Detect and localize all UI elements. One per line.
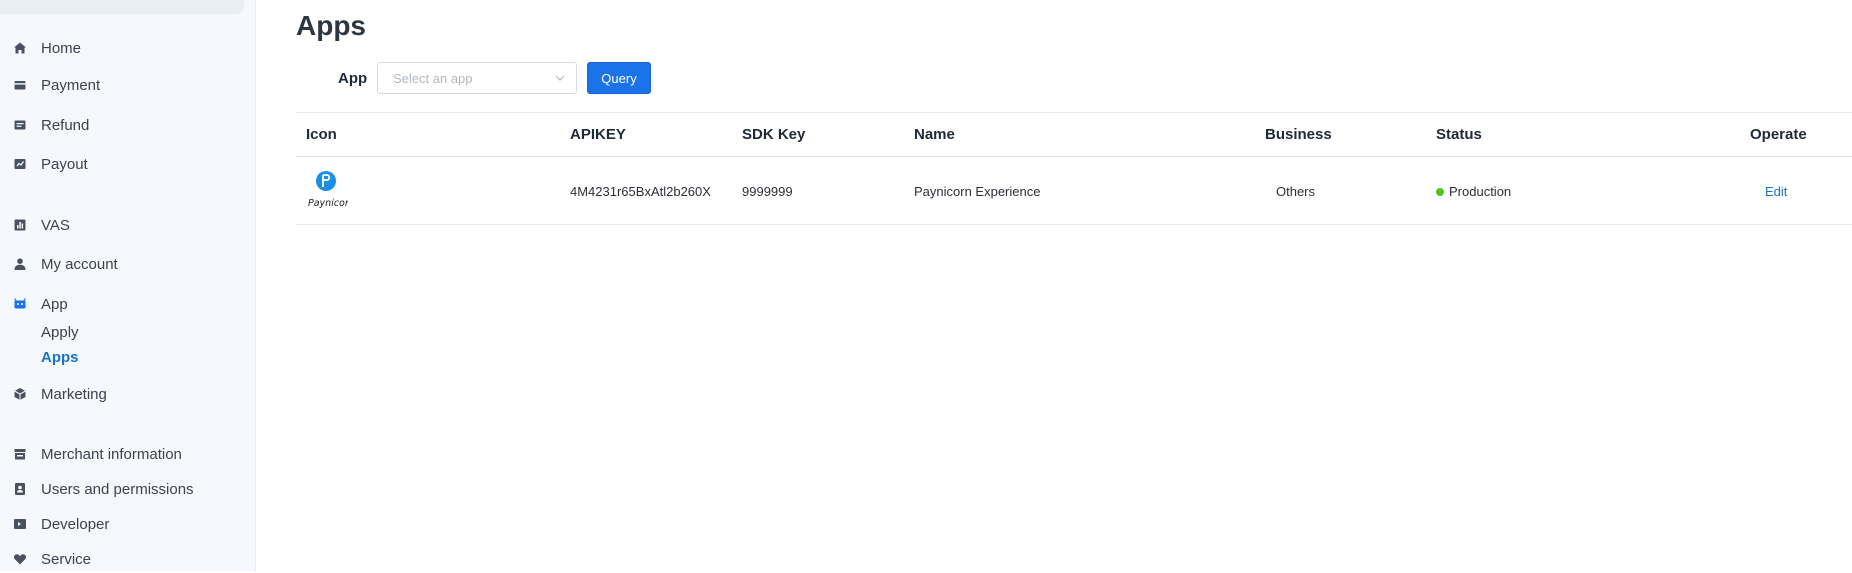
chart-icon	[13, 218, 27, 232]
page-title: Apps	[296, 10, 366, 41]
sidebar-item-marketing[interactable]: Marketing	[0, 380, 256, 408]
sidebar-item-home[interactable]: Home	[0, 34, 256, 62]
column-header-icon: Icon	[306, 126, 337, 143]
status-text: Production	[1449, 184, 1512, 199]
payment-icon	[13, 78, 27, 92]
sidebar-item-service[interactable]: Service	[0, 545, 256, 573]
sidebar-top-bar	[0, 0, 244, 14]
query-button[interactable]: Query	[587, 62, 651, 94]
sidebar-item-my-account[interactable]: My account	[0, 250, 256, 278]
user-icon	[13, 257, 27, 271]
column-header-status: Status	[1436, 126, 1482, 143]
sidebar-item-label: Users and permissions	[41, 480, 194, 498]
column-header-business: Business	[1265, 126, 1332, 143]
apikey-cell: 4M4231r65BxAtl2b260X	[570, 184, 711, 199]
paynicorn-logo-text: Paynicorn	[308, 198, 348, 209]
edit-link[interactable]: Edit	[1765, 184, 1787, 199]
payout-icon	[13, 157, 27, 171]
app-name-cell: Paynicorn Experience	[914, 184, 1041, 199]
sidebar-item-label: Merchant information	[41, 445, 182, 463]
column-header-operate: Operate	[1750, 126, 1807, 143]
column-header-name: Name	[914, 126, 955, 143]
sidebar-item-label: Home	[41, 39, 82, 57]
refund-icon	[13, 118, 27, 132]
terminal-icon	[13, 517, 27, 531]
sidebar-item-label: Marketing	[41, 385, 107, 403]
business-cell: Others	[1276, 184, 1316, 199]
sidebar-item-vas[interactable]: VAS	[0, 211, 256, 239]
sidebar-item-label: Refund	[41, 116, 90, 134]
sidebar-item-label: Payout	[41, 155, 88, 173]
app-select[interactable]: Select an app	[377, 62, 577, 94]
sidebar-item-refund[interactable]: Refund	[0, 111, 256, 139]
app-filter-label: App	[338, 70, 368, 87]
sidebar-item-merchant-information[interactable]: Merchant information	[0, 440, 256, 468]
table-header: Icon APIKEY SDK Key Name Business Status…	[296, 112, 1852, 157]
app-icon	[13, 297, 27, 311]
sidebar-item-label: VAS	[41, 216, 70, 234]
table-row: Paynicorn 4M4231r65BxAtl2b260X 9999999 P…	[296, 157, 1852, 225]
sidebar-item-label: Developer	[41, 515, 110, 533]
column-header-sdk-key: SDK Key	[742, 126, 806, 143]
sidebar-item-label: My account	[41, 255, 118, 273]
sidebar-item-label: Payment	[41, 76, 101, 94]
sidebar-subitem-apply[interactable]: Apply	[41, 321, 79, 343]
sidebar-item-developer[interactable]: Developer	[0, 510, 256, 538]
column-header-apikey: APIKEY	[570, 126, 626, 143]
chevron-down-icon	[555, 75, 565, 81]
contacts-icon	[13, 482, 27, 496]
status-dot-icon	[1436, 188, 1444, 196]
box-icon	[13, 387, 27, 401]
sidebar-item-label: Service	[41, 550, 92, 568]
sidebar-subitem-apps[interactable]: Apps	[41, 346, 79, 368]
main-content: Apps App Select an app Query Icon APIKEY…	[256, 0, 1852, 571]
app-select-placeholder: Select an app	[393, 70, 473, 86]
sidebar: Home Payment Refund Payout VAS My accoun…	[0, 0, 256, 571]
store-icon	[13, 447, 27, 461]
heart-icon	[13, 552, 27, 566]
status-badge: Production	[1436, 184, 1511, 199]
sdk-key-cell: 9999999	[742, 184, 793, 199]
home-icon	[13, 41, 27, 55]
sidebar-item-users-and-permissions[interactable]: Users and permissions	[0, 475, 256, 503]
sidebar-item-app[interactable]: App	[0, 290, 256, 318]
sidebar-item-payout[interactable]: Payout	[0, 150, 256, 178]
sidebar-item-label: App	[41, 295, 68, 313]
sidebar-item-payment[interactable]: Payment	[0, 71, 256, 99]
paynicorn-logo: Paynicorn	[308, 171, 348, 209]
